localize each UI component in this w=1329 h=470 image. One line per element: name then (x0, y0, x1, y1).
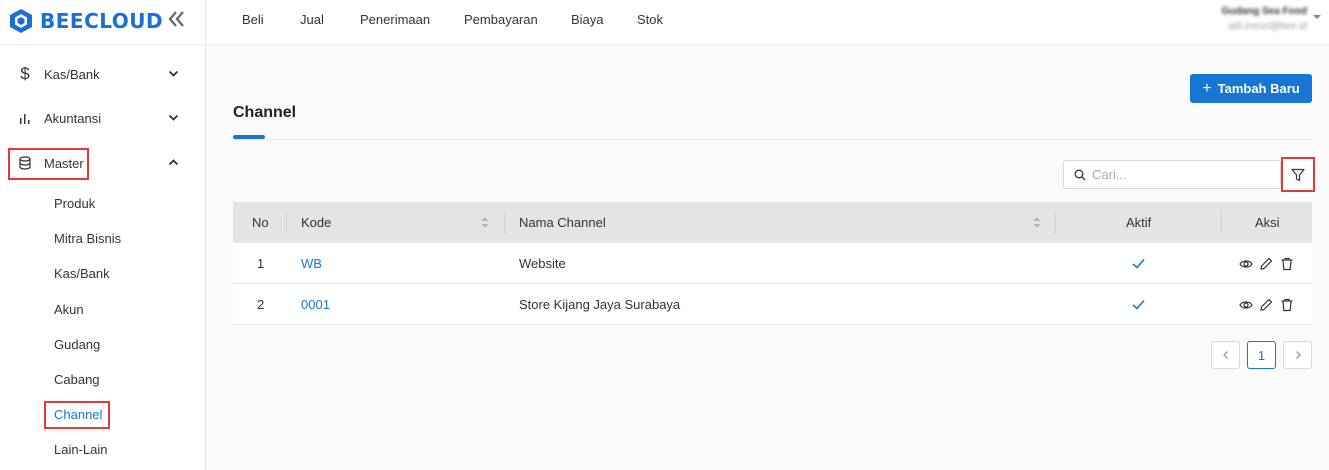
filter-icon (1291, 168, 1305, 181)
menu-kas-bank[interactable]: $ Kas/Bank (0, 54, 205, 94)
collapse-sidebar-button[interactable] (166, 9, 188, 31)
check-icon (1132, 258, 1145, 269)
submenu-lain-lain[interactable]: Lain-Lain (54, 440, 108, 460)
submenu-kas-bank[interactable]: Kas/Bank (54, 264, 110, 284)
cell-no: 1 (257, 256, 265, 271)
chevron-down-icon (168, 70, 179, 77)
topnav-pembayaran[interactable]: Pembayaran (464, 0, 538, 40)
trash-icon[interactable] (1280, 298, 1294, 312)
submenu-channel[interactable]: Channel (54, 405, 102, 425)
menu-label: Akuntansi (44, 110, 102, 126)
database-icon (19, 156, 31, 170)
beecloud-logo-icon (10, 9, 32, 33)
topnav-jual[interactable]: Jual (300, 0, 324, 40)
column-header-aktif: Aktif (1126, 215, 1152, 230)
cell-no: 2 (257, 297, 265, 312)
divider (233, 139, 1312, 140)
chevron-left-icon (1222, 351, 1228, 359)
table-row: 2 0001 Store Kijang Jaya Surabaya (233, 284, 1312, 325)
brand-logo[interactable]: BEECLOUD (8, 8, 163, 34)
bar-chart-icon (20, 114, 30, 124)
column-header-no: No (252, 215, 269, 230)
prev-page-button[interactable] (1211, 341, 1240, 369)
chevron-up-icon (168, 159, 179, 166)
page-title: Channel (233, 104, 297, 121)
check-icon (1132, 299, 1145, 310)
divider (0, 44, 205, 45)
column-divider (504, 212, 505, 233)
caret-down-icon[interactable] (1313, 13, 1321, 21)
eye-icon[interactable] (1239, 257, 1253, 271)
edit-icon[interactable] (1259, 257, 1273, 271)
cell-nama-channel: Store Kijang Jaya Surabaya (519, 297, 681, 312)
cell-kode-link[interactable]: WB (301, 243, 322, 284)
trash-icon[interactable] (1280, 257, 1294, 271)
sort-icon[interactable] (481, 216, 489, 229)
double-chevron-left-icon (168, 11, 184, 27)
submenu-produk[interactable]: Produk (54, 194, 95, 214)
brand-name: BEECLOUD (40, 9, 164, 33)
submenu-cabang[interactable]: Cabang (54, 370, 100, 390)
cell-kode-link[interactable]: 0001 (301, 284, 330, 325)
menu-label: Master (44, 155, 84, 171)
submenu-mitra-bisnis[interactable]: Mitra Bisnis (54, 229, 121, 249)
dollar-icon: $ (20, 64, 30, 83)
add-new-button[interactable]: + Tambah Baru (1190, 74, 1312, 103)
page-button-current[interactable]: 1 (1247, 341, 1276, 369)
topnav-beli[interactable]: Beli (242, 0, 264, 40)
column-divider (286, 212, 287, 233)
cell-nama-channel: Website (519, 256, 566, 271)
topnav-penerimaan[interactable]: Penerimaan (360, 0, 430, 40)
search-icon (1074, 169, 1086, 180)
menu-master[interactable]: Master (0, 143, 205, 183)
column-header-kode[interactable]: Kode (301, 202, 331, 243)
search-box[interactable] (1063, 160, 1281, 189)
table-row: 1 WB Website (233, 243, 1312, 284)
submenu-gudang[interactable]: Gudang (54, 335, 100, 355)
column-divider (1221, 212, 1222, 233)
submenu-akun[interactable]: Akun (54, 300, 84, 320)
chevron-down-icon (168, 114, 179, 121)
channel-table: No Kode Nama Channel Aktif Aksi 1 WB Web… (233, 202, 1312, 325)
next-page-button[interactable] (1283, 341, 1312, 369)
filter-button[interactable] (1281, 157, 1315, 192)
add-new-label: Tambah Baru (1217, 81, 1300, 96)
menu-label: Kas/Bank (44, 66, 100, 82)
menu-akuntansi[interactable]: Akuntansi (0, 98, 205, 138)
user-email: adi.imron@bee.id (1228, 21, 1307, 32)
topnav-biaya[interactable]: Biaya (571, 0, 604, 40)
search-input[interactable] (1092, 167, 1272, 182)
user-name: Gudang Sea Food (1221, 6, 1307, 17)
column-header-nama-channel[interactable]: Nama Channel (519, 202, 606, 243)
edit-icon[interactable] (1259, 298, 1273, 312)
user-menu[interactable]: Gudang Sea Food adi.imron@bee.id (1221, 4, 1307, 34)
sidebar: BEECLOUD $ Kas/Bank Akuntansi Master Pro… (0, 0, 206, 470)
table-header: No Kode Nama Channel Aktif Aksi (233, 202, 1312, 243)
eye-icon[interactable] (1239, 298, 1253, 312)
plus-icon: + (1202, 79, 1212, 97)
column-divider (1055, 212, 1056, 233)
sort-icon[interactable] (1033, 216, 1041, 229)
topbar: Beli Jual Penerimaan Pembayaran Biaya St… (206, 0, 1329, 45)
topnav-stok[interactable]: Stok (637, 0, 663, 40)
column-header-aksi: Aksi (1255, 215, 1280, 230)
chevron-right-icon (1295, 351, 1301, 359)
